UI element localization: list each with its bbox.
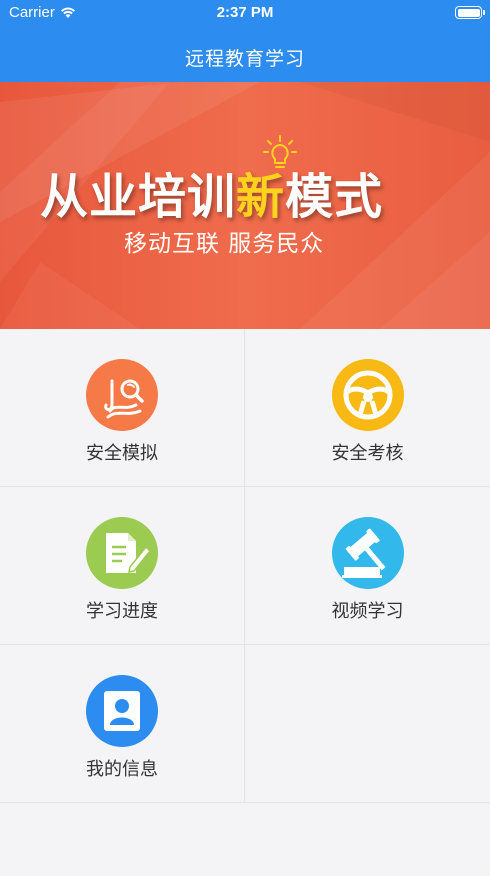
menu-item-label: 视频学习	[331, 601, 404, 622]
road-search-icon	[86, 359, 158, 431]
bottom-blank-area	[0, 803, 490, 876]
battery-icon	[455, 6, 485, 19]
promo-banner[interactable]: 从业培训新模式 移动互联 服务民众	[0, 82, 490, 329]
menu-item-safety-simulation[interactable]: 安全模拟	[0, 329, 245, 487]
menu-item-my-info[interactable]: 我的信息	[0, 645, 245, 803]
menu-item-label: 我的信息	[86, 759, 158, 780]
menu-item-label: 安全考核	[331, 443, 404, 464]
document-edit-icon	[86, 517, 158, 589]
top-header: Carrier 2:37 PM 远程教育学习	[0, 0, 490, 82]
menu-item-label: 学习进度	[86, 601, 158, 622]
menu-item-learning-progress[interactable]: 学习进度	[0, 487, 245, 645]
status-bar: Carrier 2:37 PM	[0, 0, 490, 28]
menu-item-video-learning[interactable]: 视频学习	[245, 487, 490, 645]
banner-title: 从业培训新模式	[40, 169, 384, 225]
page-title: 远程教育学习	[184, 48, 305, 70]
menu-item-safety-assessment[interactable]: 安全考核	[245, 329, 490, 487]
menu-grid: 安全模拟 安全考核 学习进度 视频学习 我的信息	[0, 329, 490, 803]
banner-title-highlight: 新	[236, 169, 286, 225]
steering-wheel-icon	[331, 359, 404, 431]
gavel-icon	[331, 517, 404, 589]
menu-item-label: 安全模拟	[86, 443, 158, 464]
banner-subtitle: 移动互联 服务民众	[124, 231, 325, 257]
menu-empty-cell	[245, 645, 490, 803]
clock-time: 2:37 PM	[216, 4, 274, 21]
user-profile-icon	[86, 675, 158, 747]
